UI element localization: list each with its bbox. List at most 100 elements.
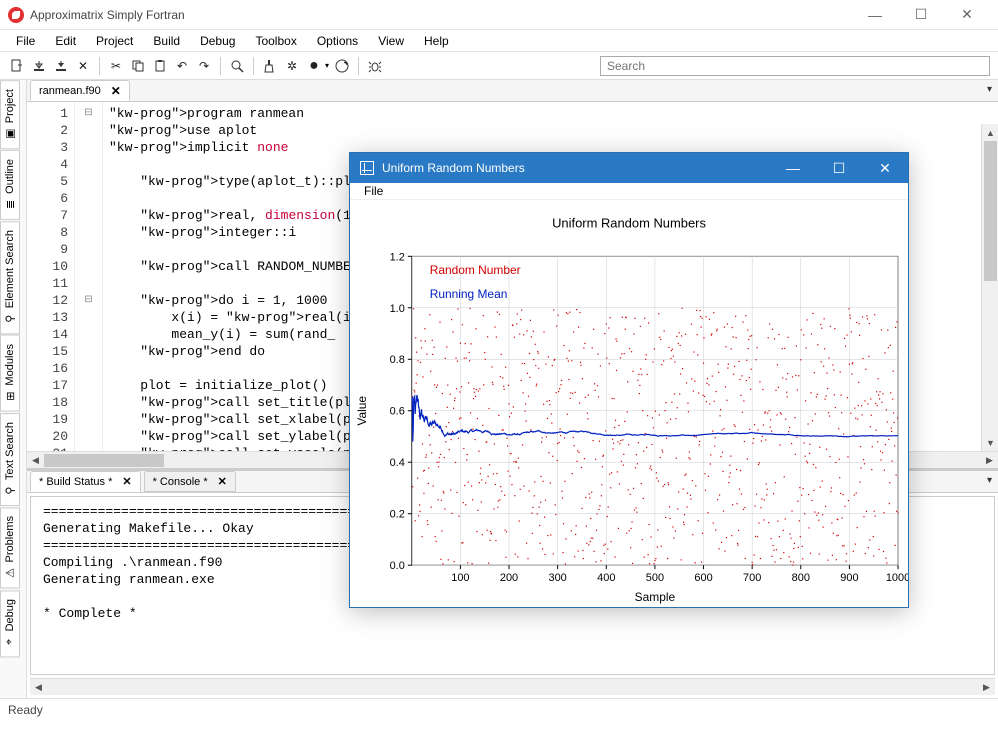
editor-vscrollbar[interactable]: ▲ ▼ <box>981 124 998 451</box>
left-tab-text-search[interactable]: ⚲Text Search <box>0 413 20 506</box>
window-title: Approximatrix Simply Fortran <box>30 8 852 22</box>
menu-debug[interactable]: Debug <box>192 32 243 50</box>
scroll-up-icon[interactable]: ▲ <box>982 124 998 141</box>
tab-console[interactable]: * Console * ✕ <box>144 471 236 492</box>
scroll-right-icon[interactable]: ▶ <box>978 679 995 696</box>
left-tab-label: Outline <box>4 159 16 194</box>
modules-icon: ⊞ <box>4 392 17 401</box>
svg-text:0.0: 0.0 <box>390 561 405 573</box>
menu-file[interactable]: File <box>8 32 43 50</box>
copy-icon[interactable] <box>129 57 147 75</box>
svg-text:Sample: Sample <box>635 591 676 605</box>
cut-icon[interactable]: ✂ <box>107 57 125 75</box>
close-button[interactable]: ✕ <box>944 0 990 30</box>
debug-tab-icon: ⌖ <box>3 638 16 644</box>
left-tab-outline[interactable]: ≣ Outline <box>0 150 20 220</box>
plot-minimize-button[interactable]: — <box>770 153 816 183</box>
clean-icon[interactable] <box>261 57 279 75</box>
scroll-left-icon[interactable]: ◀ <box>27 452 44 469</box>
menu-view[interactable]: View <box>370 32 412 50</box>
menu-help[interactable]: Help <box>416 32 457 50</box>
plot-menubar: File <box>350 183 908 200</box>
build-settings-icon[interactable]: ✲ <box>283 57 301 75</box>
menu-options[interactable]: Options <box>309 32 366 50</box>
run-icon[interactable] <box>333 57 351 75</box>
left-tab-label: Modules <box>4 344 16 386</box>
left-tab-problems[interactable]: ⚠Problems <box>0 507 20 588</box>
status-text: Ready <box>8 703 43 717</box>
menu-project[interactable]: Project <box>88 32 141 50</box>
toolbar-separator <box>220 57 221 75</box>
new-file-icon[interactable] <box>8 57 26 75</box>
plot-menu-file[interactable]: File <box>358 184 389 198</box>
svg-text:200: 200 <box>500 573 518 585</box>
tab-label: * Console * <box>153 476 208 488</box>
tab-close-icon[interactable]: ✕ <box>122 475 131 488</box>
scroll-thumb[interactable] <box>44 454 164 467</box>
problems-icon: ⚠ <box>4 568 17 578</box>
svg-text:1.2: 1.2 <box>390 252 405 264</box>
svg-text:1000: 1000 <box>886 573 908 585</box>
left-tab-modules[interactable]: ⊞ Modules <box>0 335 20 412</box>
plot-window-title: Uniform Random Numbers <box>382 161 770 175</box>
svg-text:600: 600 <box>694 573 712 585</box>
left-tab-label: Debug <box>4 599 16 631</box>
redo-icon[interactable]: ↷ <box>195 57 213 75</box>
tab-build-status[interactable]: * Build Status * ✕ <box>30 471 141 492</box>
svg-text:900: 900 <box>840 573 858 585</box>
tab-overflow-icon[interactable]: ▾ <box>987 84 992 95</box>
left-tab-project[interactable]: ▣Project <box>0 80 20 149</box>
file-tab-close-icon[interactable]: ✕ <box>111 84 121 98</box>
maximize-button[interactable]: ☐ <box>898 0 944 30</box>
plot-window-icon <box>360 161 374 175</box>
toolbar-separator <box>253 57 254 75</box>
file-tab-label: ranmean.f90 <box>39 85 101 97</box>
outline-icon: ≣ <box>4 200 17 209</box>
svg-text:0.8: 0.8 <box>390 355 405 367</box>
debug-icon[interactable] <box>366 57 384 75</box>
svg-text:0.2: 0.2 <box>390 509 405 521</box>
left-tab-element-search[interactable]: ⚲ Element Search <box>0 221 20 334</box>
tab-close-icon[interactable]: ✕ <box>218 475 227 488</box>
search-input[interactable] <box>600 56 990 76</box>
element-search-icon: ⚲ <box>4 315 17 323</box>
text-search-icon: ⚲ <box>4 487 17 495</box>
scroll-left-icon[interactable]: ◀ <box>30 679 47 696</box>
console-hscrollbar[interactable]: ◀ ▶ <box>30 678 995 695</box>
menu-build[interactable]: Build <box>145 32 188 50</box>
window-titlebar: Approximatrix Simply Fortran — ☐ ✕ <box>0 0 998 30</box>
tab-overflow-icon[interactable]: ▾ <box>987 475 992 486</box>
plot-titlebar[interactable]: Uniform Random Numbers — ☐ ✕ <box>350 153 908 183</box>
svg-text:Uniform Random Numbers: Uniform Random Numbers <box>552 216 706 231</box>
scroll-right-icon[interactable]: ▶ <box>981 452 998 469</box>
menu-toolbox[interactable]: Toolbox <box>247 32 304 50</box>
undo-icon[interactable]: ↶ <box>173 57 191 75</box>
file-tab[interactable]: ranmean.f90 ✕ <box>30 80 130 101</box>
paste-icon[interactable] <box>151 57 169 75</box>
plot-close-button[interactable]: ✕ <box>862 153 908 183</box>
scroll-down-icon[interactable]: ▼ <box>982 434 998 451</box>
build-icon[interactable]: ● <box>305 57 323 75</box>
build-dropdown-icon[interactable]: ▾ <box>325 61 329 70</box>
svg-text:300: 300 <box>549 573 567 585</box>
file-tab-strip: ranmean.f90 ✕ ▾ <box>27 80 998 102</box>
left-tab-label: Element Search <box>4 230 16 308</box>
find-icon[interactable] <box>228 57 246 75</box>
fold-column[interactable]: ⊟⊟ <box>75 102 103 451</box>
svg-text:800: 800 <box>792 573 810 585</box>
plot-window: Uniform Random Numbers — ☐ ✕ File Unifor… <box>349 152 909 608</box>
chart-svg: Uniform Random Numbers0.00.20.40.60.81.0… <box>350 200 908 607</box>
tab-label: * Build Status * <box>39 476 112 488</box>
delete-icon[interactable]: ✕ <box>74 57 92 75</box>
toolbar-separator <box>99 57 100 75</box>
plot-maximize-button[interactable]: ☐ <box>816 153 862 183</box>
open-file-icon[interactable] <box>30 57 48 75</box>
minimize-button[interactable]: — <box>852 0 898 30</box>
left-tab-debug[interactable]: ⌖ Debug <box>0 590 20 657</box>
plot-area: Uniform Random Numbers0.00.20.40.60.81.0… <box>350 200 908 607</box>
svg-text:100: 100 <box>451 573 469 585</box>
scroll-thumb[interactable] <box>984 141 997 281</box>
save-file-icon[interactable] <box>52 57 70 75</box>
svg-text:Running Mean: Running Mean <box>430 288 508 302</box>
menu-edit[interactable]: Edit <box>47 32 84 50</box>
